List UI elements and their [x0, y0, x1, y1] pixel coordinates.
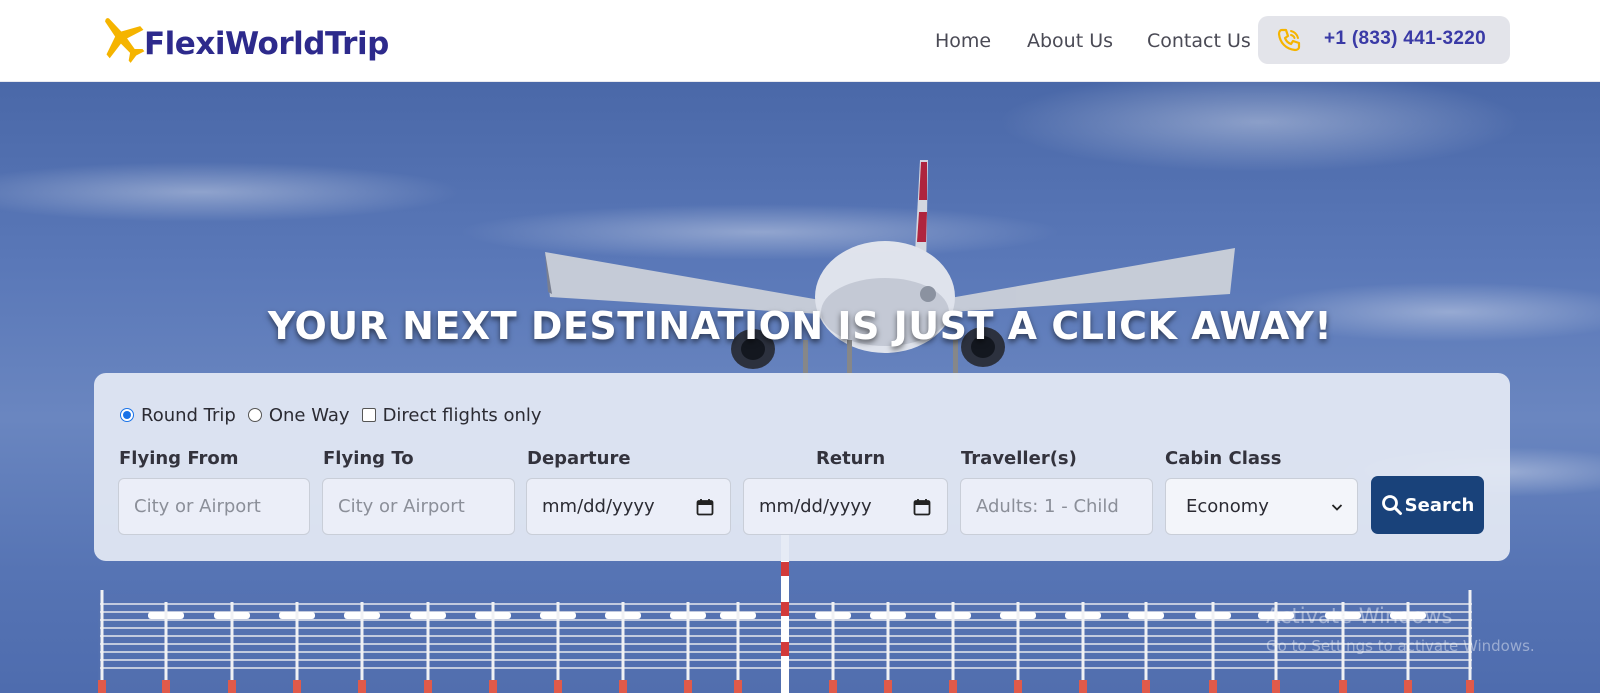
phone-number: +1 (833) 441-3220 [1324, 28, 1486, 49]
hero-section: YOUR NEXT DESTINATION IS JUST A CLICK AW… [0, 82, 1600, 693]
departure-date-input[interactable]: mm/dd/yyyy [526, 478, 731, 535]
direct-flights-checkbox[interactable] [361, 408, 376, 422]
flying-to-label: Flying To [323, 448, 414, 469]
calendar-icon[interactable] [696, 498, 714, 516]
hero-heading: YOUR NEXT DESTINATION IS JUST A CLICK AW… [267, 304, 1333, 348]
cabin-class-value: Economy [1186, 496, 1269, 517]
activate-windows-watermark: Activate Windows [1266, 604, 1453, 628]
activate-windows-subtext: Go to Settings to activate Windows. [1266, 637, 1535, 655]
cabin-class-select[interactable]: Economy [1165, 478, 1358, 535]
flying-from-placeholder: City or Airport [134, 496, 261, 517]
search-button[interactable]: Search [1371, 476, 1484, 534]
one-way-radio[interactable] [247, 408, 262, 422]
brand-name: FlexiWorldTrip [144, 26, 389, 62]
travellers-placeholder: Adults: 1 - Child [976, 496, 1119, 517]
return-date-value: mm/dd/yyyy [759, 496, 872, 517]
direct-flights-label: Direct flights only [382, 404, 542, 426]
round-trip-option[interactable]: Round Trip [120, 405, 236, 426]
nav-home[interactable]: Home [935, 30, 991, 52]
flying-from-input[interactable]: City or Airport [118, 478, 310, 535]
site-header: FlexiWorldTrip Home About Us Contact Us … [0, 0, 1600, 82]
phone-call-button[interactable]: +1 (833) 441-3220 [1258, 16, 1510, 64]
trip-type-options: Round Trip One Way Direct flights only [120, 404, 554, 426]
flying-to-placeholder: City or Airport [338, 496, 465, 517]
flying-to-input[interactable]: City or Airport [322, 478, 515, 535]
nav-contact-us[interactable]: Contact Us [1147, 30, 1251, 52]
phone-icon [1277, 28, 1301, 52]
brand-logo[interactable]: FlexiWorldTrip [96, 10, 389, 72]
nav-about-us[interactable]: About Us [1027, 30, 1113, 52]
cabin-class-label: Cabin Class [1165, 448, 1282, 469]
flight-search-form: Round Trip One Way Direct flights only F… [94, 373, 1510, 561]
round-trip-radio[interactable] [120, 408, 134, 422]
return-label: Return [816, 448, 886, 469]
travellers-label: Traveller(s) [961, 448, 1077, 469]
search-icon [1381, 495, 1402, 515]
one-way-option[interactable]: One Way [247, 404, 350, 426]
search-button-label: Search [1404, 494, 1475, 516]
one-way-label: One Way [268, 404, 350, 426]
calendar-icon[interactable] [913, 498, 931, 516]
travellers-input[interactable]: Adults: 1 - Child [960, 478, 1153, 535]
return-date-input[interactable]: mm/dd/yyyy [743, 478, 948, 535]
round-trip-label: Round Trip [141, 404, 236, 426]
chevron-down-icon [1331, 503, 1343, 511]
direct-flights-option[interactable]: Direct flights only [361, 404, 542, 426]
departure-date-value: mm/dd/yyyy [542, 496, 655, 517]
departure-label: Departure [527, 448, 631, 469]
flying-from-label: Flying From [119, 448, 239, 469]
